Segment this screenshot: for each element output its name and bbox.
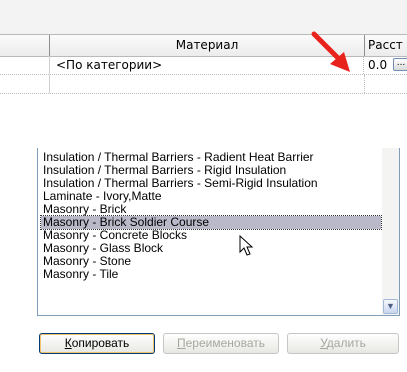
distance-cell[interactable]: 0.0 [365,56,407,74]
material-value: <По категории> [56,58,163,72]
rename-button[interactable]: Переименовать [163,333,279,354]
list-scrollbar[interactable]: ▼ [382,148,399,315]
delete-label: далить [326,336,366,350]
toolbar-strip [0,0,407,34]
list-item[interactable]: Masonry - Tile [41,268,381,281]
material-list[interactable]: Insulation / Thermal Barriers - Radient … [37,148,400,316]
row-header-column [0,35,50,56]
column-header-distance[interactable]: Расст [365,35,407,56]
rename-accel: П [177,336,186,350]
material-list-items: Insulation / Thermal Barriers - Radient … [40,151,382,281]
chevron-down-icon[interactable]: ▼ [383,299,398,314]
delete-accel: У [320,336,327,350]
copy-button[interactable]: Копировать [39,333,155,354]
mouse-pointer-icon [239,235,254,256]
rename-label: ереименовать [185,336,265,350]
copy-accel: К [64,336,72,350]
red-arrow-icon [311,31,350,72]
row-header-cell [0,56,50,74]
delete-button[interactable]: Удалить [287,333,399,354]
copy-label: опировать [71,336,130,350]
row-header-cell [0,75,50,93]
